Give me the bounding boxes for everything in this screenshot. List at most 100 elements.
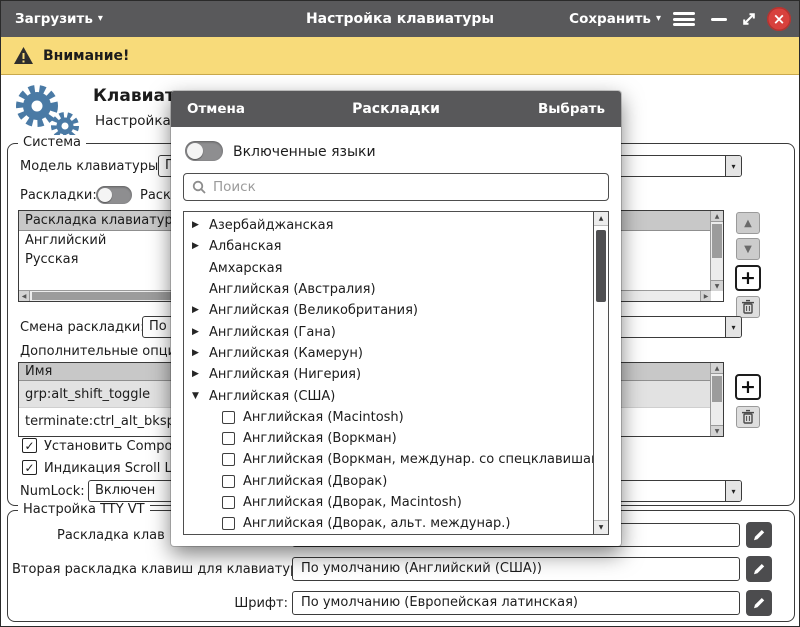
move-up-button[interactable]: ▲ [736,212,760,234]
enabled-languages-toggle[interactable] [185,141,223,161]
languages-list: ▶ Азербайджанская ▶ Албанская Амхарская Ан… [183,211,609,535]
menu-icon[interactable] [673,12,695,26]
search-input[interactable] [213,179,600,195]
expand-arrow-icon[interactable]: ▶ [192,242,209,251]
list-item[interactable]: ▶ Азербайджанская [184,215,593,236]
move-down-button[interactable]: ▼ [736,238,760,260]
list-item[interactable]: ▶ Английская (Камерун) [184,343,593,364]
expand-arrow-icon[interactable]: ▶ [192,348,209,358]
tty-second-layout-field[interactable]: По умолчанию (Английский (США)) [292,557,740,581]
tty-second-layout-label: Вторая раскладка клавиш для клавиатуры: [12,562,313,577]
layout-option[interactable]: Английская (Дворак, альт. междунар.) [184,513,593,534]
check-icon: ✓ [24,438,35,453]
cancel-button[interactable]: Отмена [187,91,245,127]
layout-option[interactable]: Английская (Воркман, междунар. со спецкл… [184,449,593,470]
add-option-button[interactable]: + [735,374,761,400]
warning-bar: Внимание! [1,37,799,75]
layout-option[interactable]: Английская (Дворак, Macintosh) [184,492,593,513]
system-group-legend: Система [18,135,87,150]
add-layout-button[interactable]: + [735,265,761,291]
checkbox-unchecked[interactable] [222,496,235,509]
layout-option[interactable]: Английская (Дворак) [184,471,593,492]
tty-layout-label: Раскладка клав [57,528,165,543]
expand-arrow-icon[interactable]: ▶ [192,306,209,315]
scroll-down-icon[interactable]: ▼ [594,520,608,534]
scrollbar-thumb[interactable] [596,230,606,302]
warning-icon [14,47,33,64]
checkbox-unchecked[interactable] [222,453,235,467]
expand-arrow-icon[interactable]: ▶ [192,327,209,337]
layouts-table-vscrollbar[interactable]: ▲ ▼ [710,211,723,291]
pencil-icon [754,564,765,575]
options-table-vscrollbar[interactable]: ▲ ▼ [710,363,723,436]
numlock-label: NumLock: [20,484,85,499]
search-icon [192,180,206,194]
compose-checkbox[interactable]: ✓ [22,438,37,453]
arrow-down-icon: ▼ [744,243,752,255]
list-item[interactable]: ▶ Албанская [184,236,593,257]
scroll-down-icon[interactable]: ▼ [711,280,723,291]
gears-icon [16,85,79,140]
select-button[interactable]: Выбрать [538,91,605,127]
expand-arrow-icon[interactable]: ▶ [192,221,209,230]
checkbox-unchecked[interactable] [222,474,235,488]
scrolllock-checkbox[interactable]: ✓ [22,460,37,475]
close-icon: × [772,10,786,28]
list-item[interactable]: ▶ Английская (Великобритания) [184,300,593,321]
chevron-down-icon: ▾ [97,13,103,24]
arrow-up-icon: ▲ [744,217,752,229]
collapse-arrow-icon[interactable]: ▼ [192,391,209,401]
layout-label: Английская (Дворак, альт. междунар.) [243,516,511,532]
edit-tty-layout-button[interactable] [746,522,772,548]
scroll-up-icon[interactable]: ▲ [594,212,608,226]
edit-font-button[interactable] [746,590,772,616]
layout-option[interactable]: Английская (Macintosh) [184,407,593,428]
layout-label: Английская (Воркман) [243,431,397,447]
layout-label: Английская (Воркман, междунар. со спецкл… [243,452,593,468]
load-menu-button[interactable]: Загрузить ▾ [15,1,103,37]
warning-text: Внимание! [43,47,130,64]
edit-second-layout-button[interactable] [746,556,772,582]
compose-checkbox-label: Установить Compose [44,439,188,454]
list-item[interactable]: Амхарская [184,258,593,279]
layout-label: Английская (Macintosh) [243,409,404,425]
list-item-expanded[interactable]: ▼ Английская (США) [184,385,593,406]
save-menu-button[interactable]: Сохранить ▾ [569,1,661,37]
scroll-down-icon[interactable]: ▼ [711,425,723,436]
scroll-right-icon[interactable]: ▶ [700,291,711,301]
pencil-icon [754,530,765,541]
languages-list-items: ▶ Азербайджанская ▶ Албанская Амхарская Ан… [184,215,593,534]
checkbox-unchecked[interactable] [222,410,235,424]
languages-list-scrollbar[interactable]: ▲ ▼ [593,212,608,534]
scrollbar-thumb[interactable] [712,376,722,402]
layouts-toggle[interactable] [96,186,132,204]
minimize-button[interactable] [711,18,727,21]
search-box[interactable] [183,173,609,201]
close-button[interactable]: × [767,7,791,31]
layout-option[interactable]: Английская (Воркман) [184,428,593,449]
scrollbar-thumb[interactable] [712,224,722,258]
keyboard-model-label: Модель клавиатуры: [20,159,163,174]
layout-label: Английская (Дворак) [243,473,388,489]
list-item[interactable]: ▶ Английская (Нигерия) [184,364,593,385]
tty-font-field[interactable]: По умолчанию (Европейская латинская) [292,591,740,615]
layout-switch-label: Смена раскладки: [20,320,145,335]
language-label: Английская (США) [209,388,336,404]
expand-arrow-icon[interactable]: ▶ [192,370,209,379]
expand-icon[interactable] [740,10,758,28]
list-item[interactable]: Английская (Австралия) [184,279,593,300]
list-item[interactable]: ▶ Английская (Гана) [184,321,593,342]
tty-group-legend: Настройка TTY VT [18,502,150,517]
plus-icon: + [740,266,756,289]
scroll-left-icon[interactable]: ◀ [19,291,30,301]
chevron-down-icon: ▾ [725,317,741,337]
chevron-down-icon: ▾ [725,481,741,501]
scroll-up-icon[interactable]: ▲ [711,363,723,374]
layouts-modal: Отмена Раскладки Выбрать Включенные язык… [171,91,621,546]
scroll-up-icon[interactable]: ▲ [711,211,723,222]
delete-layout-button[interactable] [736,296,760,318]
delete-option-button[interactable] [736,406,760,428]
language-label: Амхарская [209,260,283,276]
checkbox-unchecked[interactable] [222,517,235,531]
checkbox-unchecked[interactable] [222,432,235,446]
